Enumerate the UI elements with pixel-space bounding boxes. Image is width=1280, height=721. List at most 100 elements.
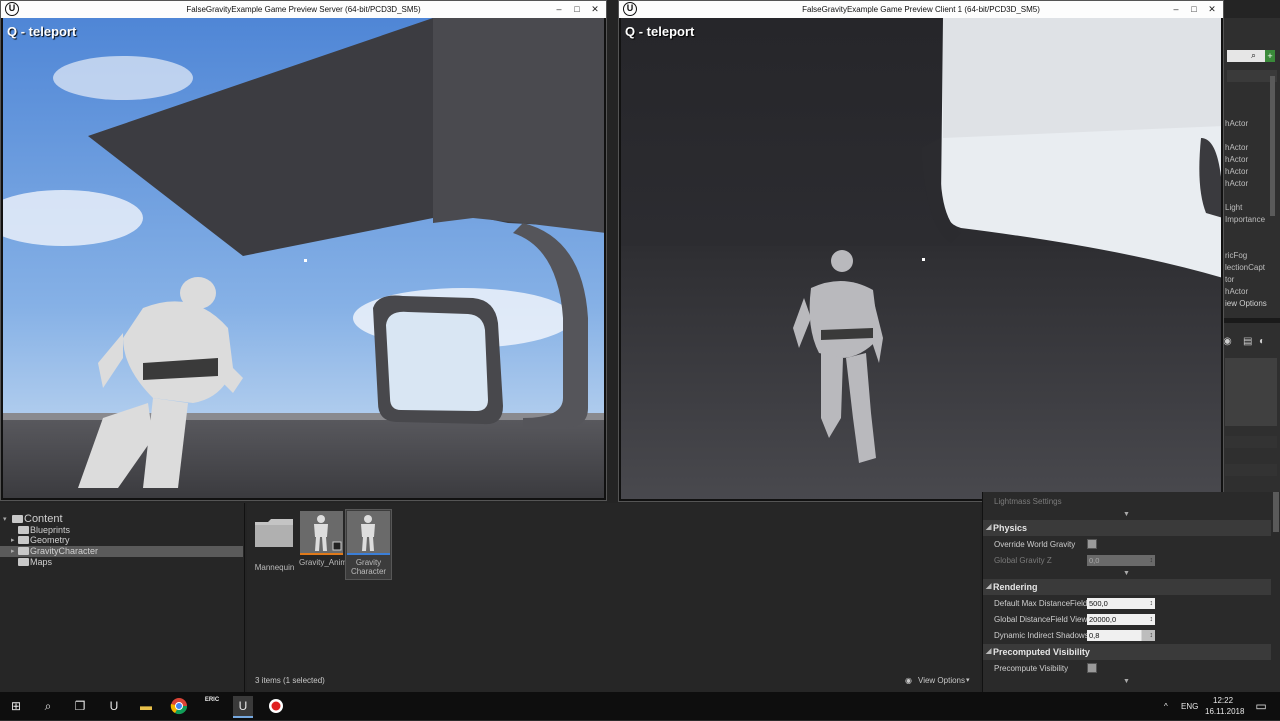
dynamic-indirect-shadows-slider[interactable]: 0,8 ↕ — [1087, 630, 1155, 641]
search-icon[interactable]: ⌕ — [38, 696, 58, 716]
global-gravity-z-value: 0,0 — [1089, 556, 1100, 565]
max-distancefield-label: Default Max DistanceField — [994, 599, 1088, 608]
global-gravity-z-label: Global Gravity Z — [994, 556, 1052, 565]
task-view-icon[interactable]: ❐ — [70, 696, 90, 716]
outliner-view-options[interactable]: iew Options — [1225, 299, 1267, 308]
outliner-scrollbar[interactable] — [1270, 76, 1275, 216]
client-viewport[interactable]: Q - teleport — [621, 18, 1221, 499]
lock-icon[interactable]: ◉ — [1223, 336, 1232, 347]
lightmass-settings-row[interactable]: Lightmass Settings — [994, 497, 1062, 506]
outliner-item[interactable]: hActor — [1225, 143, 1248, 152]
dynamic-indirect-shadows-value: 0,8 — [1089, 631, 1100, 640]
folder-icon — [255, 519, 293, 547]
asset-label: Gravity Character — [350, 558, 387, 576]
outliner-item[interactable]: hActor — [1225, 155, 1248, 164]
details-scrollbar[interactable] — [1273, 492, 1279, 532]
chevron-down-icon: ▾ — [966, 677, 970, 684]
minimize-button[interactable]: – — [1169, 3, 1183, 15]
unreal-editor-icon[interactable]: U — [233, 696, 253, 718]
floor — [621, 246, 1221, 499]
client-hud-hint: Q - teleport — [625, 24, 695, 39]
view-options-button[interactable]: View Options — [918, 676, 965, 685]
outliner-item[interactable]: tor — [1225, 275, 1234, 284]
eric-app-icon[interactable]: ERIC — [202, 696, 222, 716]
grid-view-icon[interactable]: ▤ — [1243, 336, 1252, 347]
override-world-gravity-checkbox[interactable] — [1087, 539, 1097, 549]
close-button[interactable]: ✕ — [1205, 3, 1219, 15]
notifications-icon[interactable]: ▭ — [1251, 696, 1271, 716]
maximize-button[interactable]: □ — [570, 3, 584, 15]
max-distancefield-field[interactable]: 500,0 ↕ — [1087, 598, 1155, 609]
server-viewport[interactable]: Q - teleport — [3, 18, 604, 498]
content-folder-tree: ▾ Content Blueprints ▸ Geometry ▸ Gravit… — [0, 503, 245, 692]
outliner-item[interactable]: hActor — [1225, 179, 1248, 188]
add-icon[interactable]: + — [1265, 50, 1275, 62]
spinner-icon[interactable]: ↕ — [1150, 614, 1154, 625]
asset-label: Gravity_AnimBP — [299, 558, 358, 567]
outliner-item[interactable]: Importance — [1225, 215, 1265, 224]
tree-item-maps[interactable]: Maps — [0, 557, 243, 568]
blueprint-thumbnail — [347, 511, 390, 555]
clock-date[interactable]: 16.11.2018 — [1205, 707, 1244, 716]
rendering-category[interactable]: ◢ Rendering — [983, 579, 1271, 595]
expand-advanced-icon[interactable]: ▼ — [1123, 570, 1130, 577]
windows-start-icon[interactable]: ⊞ — [6, 696, 26, 716]
spinner-icon[interactable]: ↕ — [1150, 598, 1154, 609]
chrome-icon[interactable] — [169, 696, 189, 716]
folder-icon — [12, 515, 23, 523]
global-distancefield-view-field[interactable]: 20000,0 ↕ — [1087, 614, 1155, 625]
precomputed-visibility-category[interactable]: ◢ Precomputed Visibility — [983, 644, 1271, 660]
crosshair-icon — [922, 258, 925, 261]
asset-tile-gravity-character[interactable]: Gravity Character — [345, 509, 392, 580]
expand-arrow-icon[interactable]: ▸ — [11, 547, 15, 555]
precompute-visibility-label: Precompute Visibility — [994, 664, 1069, 673]
clock-time[interactable]: 12:22 — [1213, 696, 1233, 705]
spinner-icon[interactable]: ↕ — [1150, 555, 1154, 566]
tree-item-gravitycharacter[interactable]: ▸ GravityCharacter — [0, 546, 243, 557]
anim-blueprint-thumbnail — [300, 511, 343, 555]
minimize-button[interactable]: – — [552, 3, 566, 15]
outliner-item[interactable]: ricFog — [1225, 251, 1247, 260]
asset-tile-mannequin[interactable]: Mannequin — [252, 510, 297, 578]
input-language[interactable]: ENG — [1181, 702, 1198, 711]
tree-item-geometry[interactable]: ▸ Geometry — [0, 535, 243, 546]
asset-tile-gravity-animbp[interactable]: Gravity_AnimBP — [299, 510, 358, 578]
chevron-up-icon[interactable]: ^ — [1164, 702, 1168, 711]
server-preview-window[interactable]: U FalseGravityExample Game Preview Serve… — [0, 0, 607, 501]
client-scene — [621, 18, 1221, 499]
server-hud-hint: Q - teleport — [7, 24, 77, 39]
outliner-item[interactable]: hActor — [1225, 119, 1248, 128]
collapse-arrow-icon: ◢ — [986, 583, 992, 590]
outliner-item[interactable]: Light — [1225, 203, 1242, 212]
maximize-button[interactable]: □ — [1187, 3, 1201, 15]
eye-icon: ◉ — [905, 676, 912, 685]
record-icon[interactable] — [266, 696, 286, 716]
expand-arrow-icon[interactable]: ▸ — [11, 536, 15, 544]
server-scene — [3, 18, 604, 498]
search-icon: ⌕ — [1251, 50, 1257, 60]
client-preview-window[interactable]: U FalseGravityExample Game Preview Clien… — [618, 0, 1224, 502]
asset-label: Mannequin — [254, 563, 295, 572]
client-titlebar[interactable]: U FalseGravityExample Game Preview Clien… — [619, 1, 1223, 18]
file-explorer-icon[interactable]: ▬ — [136, 696, 156, 716]
server-titlebar[interactable]: U FalseGravityExample Game Preview Serve… — [1, 1, 606, 18]
outliner-item[interactable]: hActor — [1225, 167, 1248, 176]
global-gravity-z-field[interactable]: 0,0 ↕ — [1087, 555, 1155, 566]
folder-icon — [18, 526, 29, 534]
details-row — [1225, 464, 1277, 476]
crosshair-icon — [304, 259, 307, 262]
dynamic-indirect-shadows-label: Dynamic Indirect Shadows — [994, 631, 1089, 640]
unreal-launcher-icon[interactable]: U — [104, 696, 124, 716]
precompute-visibility-checkbox[interactable] — [1087, 663, 1097, 673]
expand-advanced-icon[interactable]: ▼ — [1123, 678, 1130, 685]
physics-category[interactable]: ◢ Physics — [983, 520, 1271, 536]
close-button[interactable]: ✕ — [588, 3, 602, 15]
outliner-item[interactable]: lectionCapt — [1225, 263, 1265, 272]
outliner-item[interactable]: hActor — [1225, 287, 1248, 296]
world-outliner-strip: ⌕ + hActor hActor hActor hActor hActor L… — [1222, 18, 1280, 492]
collapse-arrow-icon: ◢ — [986, 648, 992, 655]
spinner-icon[interactable]: ↕ — [1150, 630, 1154, 641]
expand-advanced-icon[interactable]: ▼ — [1123, 511, 1130, 518]
expand-arrow-icon[interactable]: ▾ — [3, 515, 7, 523]
eye-icon[interactable]: ◐ — [1259, 336, 1265, 347]
